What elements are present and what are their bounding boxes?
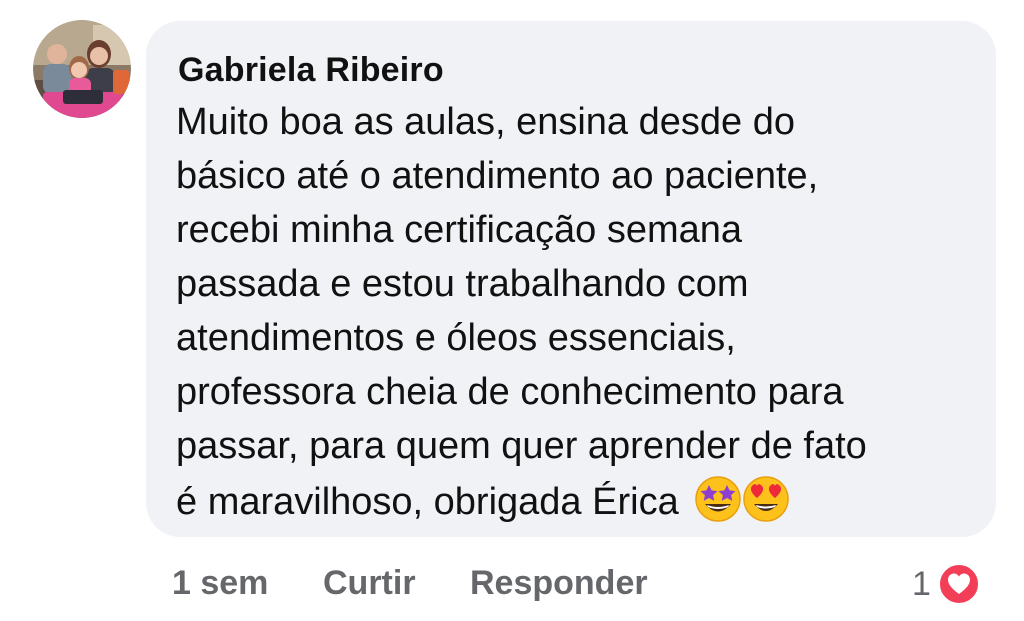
like-button[interactable]: Curtir	[323, 564, 416, 603]
avatar-photo	[33, 20, 131, 118]
comment-timestamp[interactable]: 1 sem	[172, 564, 268, 603]
comment-container: Gabriela Ribeiro Muito boa as aulas, ens…	[0, 0, 1024, 621]
comment-line: atendimentos e óleos essenciais,	[176, 317, 736, 359]
avatar[interactable]	[33, 20, 131, 118]
comment-line: básico até o atendimento ao paciente,	[176, 155, 819, 197]
comment-bubble: Gabriela Ribeiro Muito boa as aulas, ens…	[146, 21, 996, 537]
reaction-summary[interactable]: 1	[912, 562, 981, 606]
comment-actions: 1 sem Curtir Responder 1	[0, 560, 1024, 610]
comment-line: recebi minha certificação semana	[176, 209, 743, 251]
comment-line: passada e estou trabalhando com	[176, 263, 749, 305]
comment-line: Muito boa as aulas, ensina desde do	[176, 101, 795, 143]
heart-icon	[937, 563, 980, 605]
comment-line: professora cheia de conhecimento para	[176, 371, 844, 413]
star-struck-emoji-icon	[695, 476, 742, 522]
comment-line: é maravilhoso, obrigada Érica	[176, 481, 679, 523]
comment-line: passar, para quem quer aprender de fato	[176, 425, 867, 467]
reaction-count: 1	[912, 564, 931, 603]
comment-author[interactable]: Gabriela Ribeiro	[178, 51, 444, 90]
heart-eyes-emoji-icon	[743, 476, 790, 522]
reply-button[interactable]: Responder	[470, 564, 648, 603]
comment-text: Muito boa as aulas, ensina desde do bási…	[176, 95, 976, 529]
comment-line-last: é maravilhoso, obrigada Érica	[176, 473, 976, 529]
